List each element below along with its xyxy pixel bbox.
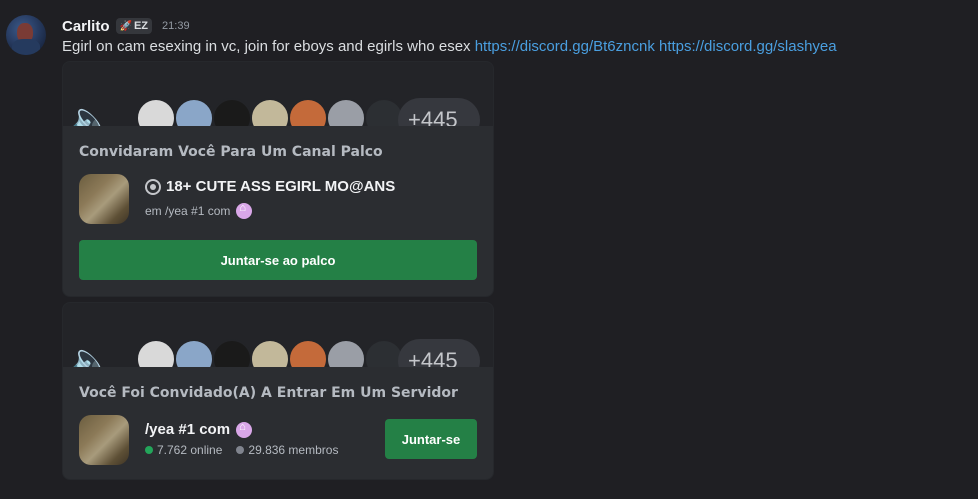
invite-link[interactable]: https://discord.gg/Bt6zncnk [475,38,655,55]
stage-channel: 18+ CUTE ASS EGIRL MO@ANS [145,178,395,195]
invite-link[interactable]: https://discord.gg/slashyea [659,38,837,55]
member-avatars [136,98,404,126]
member-avatar [174,339,214,367]
server-icon [79,174,129,224]
server-tag[interactable]: 🚀 EZ [115,18,153,34]
member-avatar [174,98,214,126]
server-line-text: em /yea #1 com [145,204,231,218]
message-header: Carlito 🚀 EZ 21:39 [62,16,190,36]
member-avatar [288,339,328,367]
members-dot-icon [236,446,245,454]
invite-title: Você Foi Convidado(A) A Entrar Em Um Ser… [79,385,458,401]
member-avatars [136,339,404,367]
message-content: Egirl on cam esexing in vc, join for ebo… [62,38,837,55]
member-avatar [288,98,328,126]
member-avatar [136,98,176,126]
member-avatar [212,98,252,126]
user-avatar[interactable] [6,15,46,55]
timestamp: 21:39 [162,20,190,32]
message-text: Egirl on cam esexing in vc, join for ebo… [62,38,471,55]
invite-banner: 🔈 +445 [63,303,493,367]
server-invite-card: 🔈 +445 Você Foi Convidado(A) A Entrar Em… [62,302,494,480]
member-count: 29.836 membros [248,443,339,457]
speaker-icon: 🔈 [69,341,112,367]
member-overflow-count: +445 [398,98,480,126]
server-counts: 7.762 online 29.836 membros [145,443,338,457]
server-icon [79,415,129,465]
member-avatar [250,339,290,367]
server-badge-icon [236,421,253,438]
member-avatar [326,98,366,126]
server-tag-label: EZ [133,20,149,32]
stage-name: 18+ CUTE ASS EGIRL MO@ANS [166,178,396,195]
invite-banner: 🔈 +445 [63,62,493,126]
stage-invite-card: 🔈 +445 Convidaram Você Para Um Canal Pal… [62,61,494,297]
stage-icon [145,178,161,195]
stage-server-line: em /yea #1 com [145,202,253,219]
member-avatar [136,339,176,367]
member-avatar [212,339,252,367]
online-count: 7.762 online [157,443,223,457]
server-name-row: /yea #1 com [145,421,253,438]
username[interactable]: Carlito [62,18,110,35]
speaker-icon: 🔈 [69,100,112,126]
rocket-icon: 🚀 [119,20,132,32]
online-dot-icon [145,446,153,454]
chat-message: Carlito 🚀 EZ 21:39 Egirl on cam esexing … [0,0,978,499]
join-server-button[interactable]: Juntar-se [385,419,477,459]
server-badge-icon [236,202,253,219]
invite-title: Convidaram Você Para Um Canal Palco [79,144,383,160]
server-name: /yea #1 com [145,421,231,438]
member-avatar [326,339,366,367]
member-avatar [250,98,290,126]
member-overflow-count: +445 [398,339,480,367]
join-stage-button[interactable]: Juntar-se ao palco [79,240,477,280]
